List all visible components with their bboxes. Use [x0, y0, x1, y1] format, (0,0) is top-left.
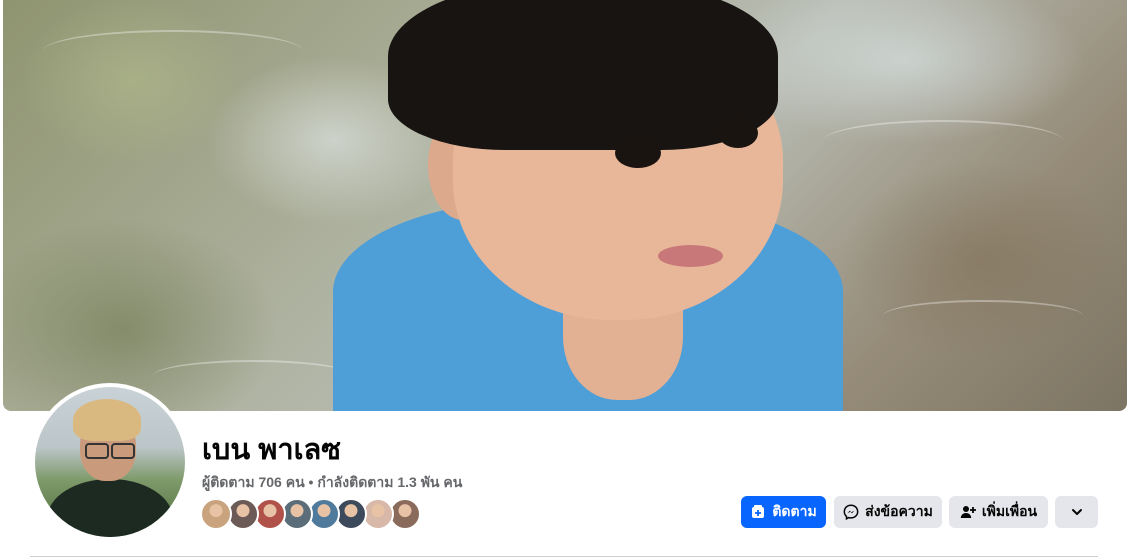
follow-button[interactable]: ติดตาม	[741, 496, 826, 528]
profile-name: เบน พาเลซ	[202, 434, 341, 466]
chevron-down-icon	[1069, 504, 1085, 520]
follow-icon	[750, 504, 766, 520]
water-ripple	[43, 30, 303, 72]
message-button-label: ส่งข้อความ	[865, 503, 933, 519]
follow-button-label: ติดตาม	[772, 503, 817, 519]
add-friend-icon	[960, 504, 976, 520]
cover-child-mouth	[658, 245, 723, 267]
water-ripple	[883, 300, 1083, 332]
cover-child-eye	[718, 118, 758, 148]
water-ripple	[823, 120, 1063, 162]
followers-count[interactable]: ผู้ติดตาม 706 คน	[202, 474, 305, 490]
profile-stats: ผู้ติดตาม 706 คน • กำลังติดตาม 1.3 พัน ค…	[202, 472, 462, 494]
mutual-friend-avatar[interactable]	[200, 498, 232, 530]
avatar-glasses	[85, 443, 109, 459]
following-count[interactable]: กำลังติดตาม 1.3 พัน คน	[317, 474, 462, 490]
section-divider	[30, 556, 1098, 557]
cover-child-eye	[615, 138, 661, 168]
add-friend-button-label: เพิ่มเพื่อน	[981, 503, 1038, 519]
more-options-button[interactable]	[1055, 496, 1098, 528]
stats-separator: •	[308, 474, 314, 490]
avatar-body	[47, 479, 173, 537]
message-button[interactable]: ส่งข้อความ	[834, 496, 942, 528]
messenger-icon	[843, 504, 859, 521]
water-ripple	[153, 360, 353, 392]
cover-photo[interactable]	[3, 0, 1127, 411]
add-friend-button[interactable]: เพิ่มเพื่อน	[949, 496, 1048, 528]
avatar-hair	[73, 399, 141, 441]
mutual-friends-list	[200, 498, 421, 530]
avatar-glasses	[111, 443, 135, 459]
profile-avatar[interactable]	[35, 387, 185, 537]
